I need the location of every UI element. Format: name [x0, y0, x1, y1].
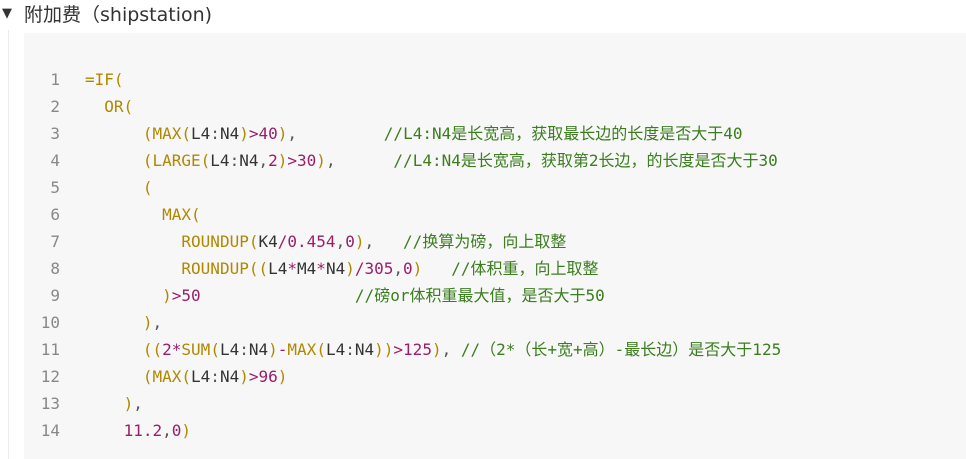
line-number: 13: [40, 394, 60, 413]
code-text: 11.2,0): [123, 421, 192, 440]
collapse-triangle-icon[interactable]: ▼: [0, 6, 24, 21]
code-text: OR(: [104, 97, 134, 116]
section-title: 附加费（shipstation): [24, 3, 213, 26]
code-comment: //（2*（长+宽+高）-最长边）是否大于125: [460, 340, 782, 359]
code-text: ((2*SUM(L4:N4)-MAX(L4:N4))>125), //（2*（长…: [142, 340, 782, 359]
code-text: ROUNDUP((L4*M4*N4)/305,0) //体积重，向上取整: [181, 259, 599, 278]
code-text: ROUNDUP(K4/0.454,0), //换算为磅，向上取整: [181, 232, 567, 251]
line-number: 11: [40, 340, 60, 359]
code-text: ),: [123, 394, 143, 413]
line-number: 12: [40, 367, 60, 386]
code-text: (LARGE(L4:N4,2)>30), //L4:N4是长宽高，获取第2长边，…: [142, 151, 778, 170]
code-comment: //磅or体积重最大值，是否大于50: [354, 286, 605, 305]
line-number: 4: [50, 151, 60, 170]
code-comment: //换算为磅，向上取整: [403, 232, 567, 251]
line-number: 14: [40, 421, 60, 440]
code-text: (MAX(L4:N4)>40), //L4:N4是长宽高，获取最长边的长度是否大…: [142, 124, 743, 143]
code-text: =IF(: [85, 70, 124, 89]
code-text: (MAX(L4:N4)>96): [142, 367, 288, 386]
code-comment: //L4:N4是长宽高，获取最长边的长度是否大于40: [383, 124, 743, 143]
line-number: 6: [50, 205, 60, 224]
code-comment: //体积重，向上取整: [451, 259, 599, 278]
line-number: 5: [50, 178, 60, 197]
code-text: (: [142, 178, 153, 197]
line-number: 9: [50, 286, 60, 305]
code-text: MAX(: [162, 205, 201, 224]
line-number: 7: [50, 232, 60, 251]
toggle-indent-rule: [8, 30, 9, 459]
code-text: ),: [142, 313, 163, 332]
code-comment: //L4:N4是长宽高，获取第2长边，的长度是否大于30: [393, 151, 778, 170]
line-number: 3: [50, 124, 60, 143]
line-number: 10: [40, 313, 60, 332]
line-number: 1: [50, 70, 60, 89]
code-text: )>50 //磅or体积重最大值，是否大于50: [162, 286, 605, 305]
line-number: 2: [50, 97, 60, 116]
line-number: 8: [50, 259, 60, 278]
section-heading[interactable]: ▼ 附加费（shipstation): [0, 0, 212, 26]
code-block[interactable]: 1 =IF( 2 OR( 3 (MAX(L4:N4)>40), //L4:N4是长宽高…: [24, 33, 966, 459]
